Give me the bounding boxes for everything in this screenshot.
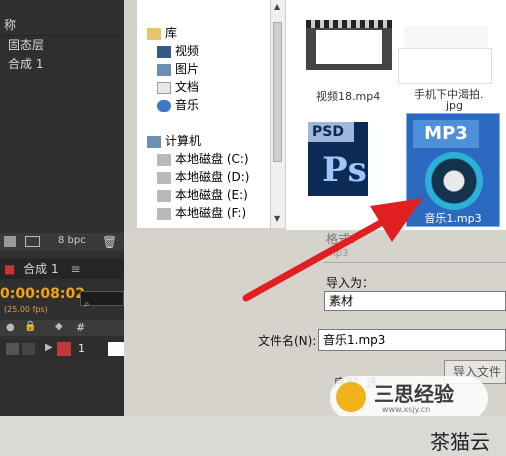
layer-row[interactable]: ▶ 1 <box>0 340 124 358</box>
tree-item-music[interactable]: 音乐 <box>157 96 199 114</box>
watermark-logo: 三思经验 www.xsjy.cn <box>330 376 488 420</box>
solo-toggle[interactable] <box>22 343 35 355</box>
column-header-name: 称 <box>4 18 17 32</box>
tree-drive-f[interactable]: 本地磁盘 (F:) <box>157 204 246 222</box>
lightbulb-icon <box>336 382 366 412</box>
library-icon <box>147 27 161 40</box>
corner-watermark: 茶猫云 <box>430 430 490 454</box>
tree-library[interactable]: 库 <box>147 24 177 42</box>
layer-header: ● 🔒 ◆ # <box>0 320 124 336</box>
expand-arrow-icon[interactable]: ▶ <box>45 342 53 353</box>
search-icon: ⌕ <box>84 299 90 310</box>
timeline-tab[interactable]: ■ 合成 1 ≡ <box>0 259 124 279</box>
layer-number: 1 <box>78 342 85 355</box>
drive-icon <box>157 153 171 166</box>
psd-file-icon[interactable]: PSD Ps <box>308 122 368 196</box>
tree-item-pictures[interactable]: 图片 <box>157 60 199 78</box>
red-arrow-annotation <box>242 198 423 302</box>
timeline-search-input[interactable]: ⌕ <box>80 291 124 310</box>
label-color-swatch[interactable] <box>57 342 71 356</box>
mp3-badge: MP3 <box>413 120 479 148</box>
film-strip-icon <box>306 20 392 28</box>
new-comp-icon[interactable] <box>25 236 40 247</box>
folder-icon[interactable] <box>4 236 16 247</box>
scroll-thumb[interactable] <box>273 22 282 162</box>
music-folder-icon <box>157 99 171 112</box>
layer-number-header: # <box>76 321 86 334</box>
drive-icon <box>157 189 171 202</box>
bpc-label[interactable]: 8 bpc <box>58 235 86 246</box>
tree-drive-e[interactable]: 本地磁盘 (E:) <box>157 186 248 204</box>
tab-menu-icon[interactable]: ≡ <box>70 262 80 276</box>
tree-computer[interactable]: 计算机 <box>147 132 201 150</box>
layer-source-thumb <box>108 342 124 356</box>
watermark-url: www.xsjy.cn <box>382 405 431 414</box>
video-thumbnail[interactable] <box>306 20 392 70</box>
timeline-tab-label: 合成 1 <box>23 262 59 276</box>
tree-item-documents[interactable]: 文档 <box>157 78 199 96</box>
filename-input[interactable]: 音乐1.mp3 <box>318 329 506 351</box>
documents-folder-icon <box>157 81 171 94</box>
fps-label: (25.00 fps) <box>4 305 48 314</box>
filename-label: 文件名(N): <box>258 334 317 348</box>
tree-item-videos[interactable]: 视频 <box>157 42 199 60</box>
project-toolbar: 8 bpc 🗑 <box>0 233 124 251</box>
drive-icon <box>157 207 171 220</box>
tree-drive-d[interactable]: 本地磁盘 (D:) <box>157 168 249 186</box>
timecode[interactable]: 0:00:08:02 <box>0 286 85 302</box>
scroll-up-icon[interactable]: ▲ <box>274 2 280 11</box>
bottom-strip: 茶猫云 <box>0 416 506 456</box>
speaker-icon <box>425 152 483 210</box>
tree-drive-c[interactable]: 本地磁盘 (C:) <box>157 150 249 168</box>
video-folder-icon <box>157 45 171 58</box>
file-label-image-line2: jpg <box>446 99 464 112</box>
project-item-solid[interactable]: 固态层 <box>0 36 124 55</box>
computer-icon <box>147 135 161 148</box>
trash-icon[interactable]: 🗑 <box>102 235 117 249</box>
drive-icon <box>157 171 171 184</box>
project-item-comp[interactable]: 合成 1 <box>0 55 124 74</box>
lock-icon[interactable]: 🔒 <box>24 321 36 332</box>
eye-icon[interactable]: ● <box>6 322 15 333</box>
visibility-toggle[interactable] <box>6 343 19 355</box>
pictures-folder-icon <box>157 63 171 76</box>
watermark-brand: 三思经验 <box>374 382 454 406</box>
psd-badge: PSD <box>308 122 354 142</box>
label-icon[interactable]: ◆ <box>55 321 63 332</box>
ps-logo-icon: Ps <box>322 150 367 190</box>
file-label-video: 视频18.mp4 <box>316 90 381 103</box>
close-icon[interactable]: ■ <box>4 262 15 276</box>
